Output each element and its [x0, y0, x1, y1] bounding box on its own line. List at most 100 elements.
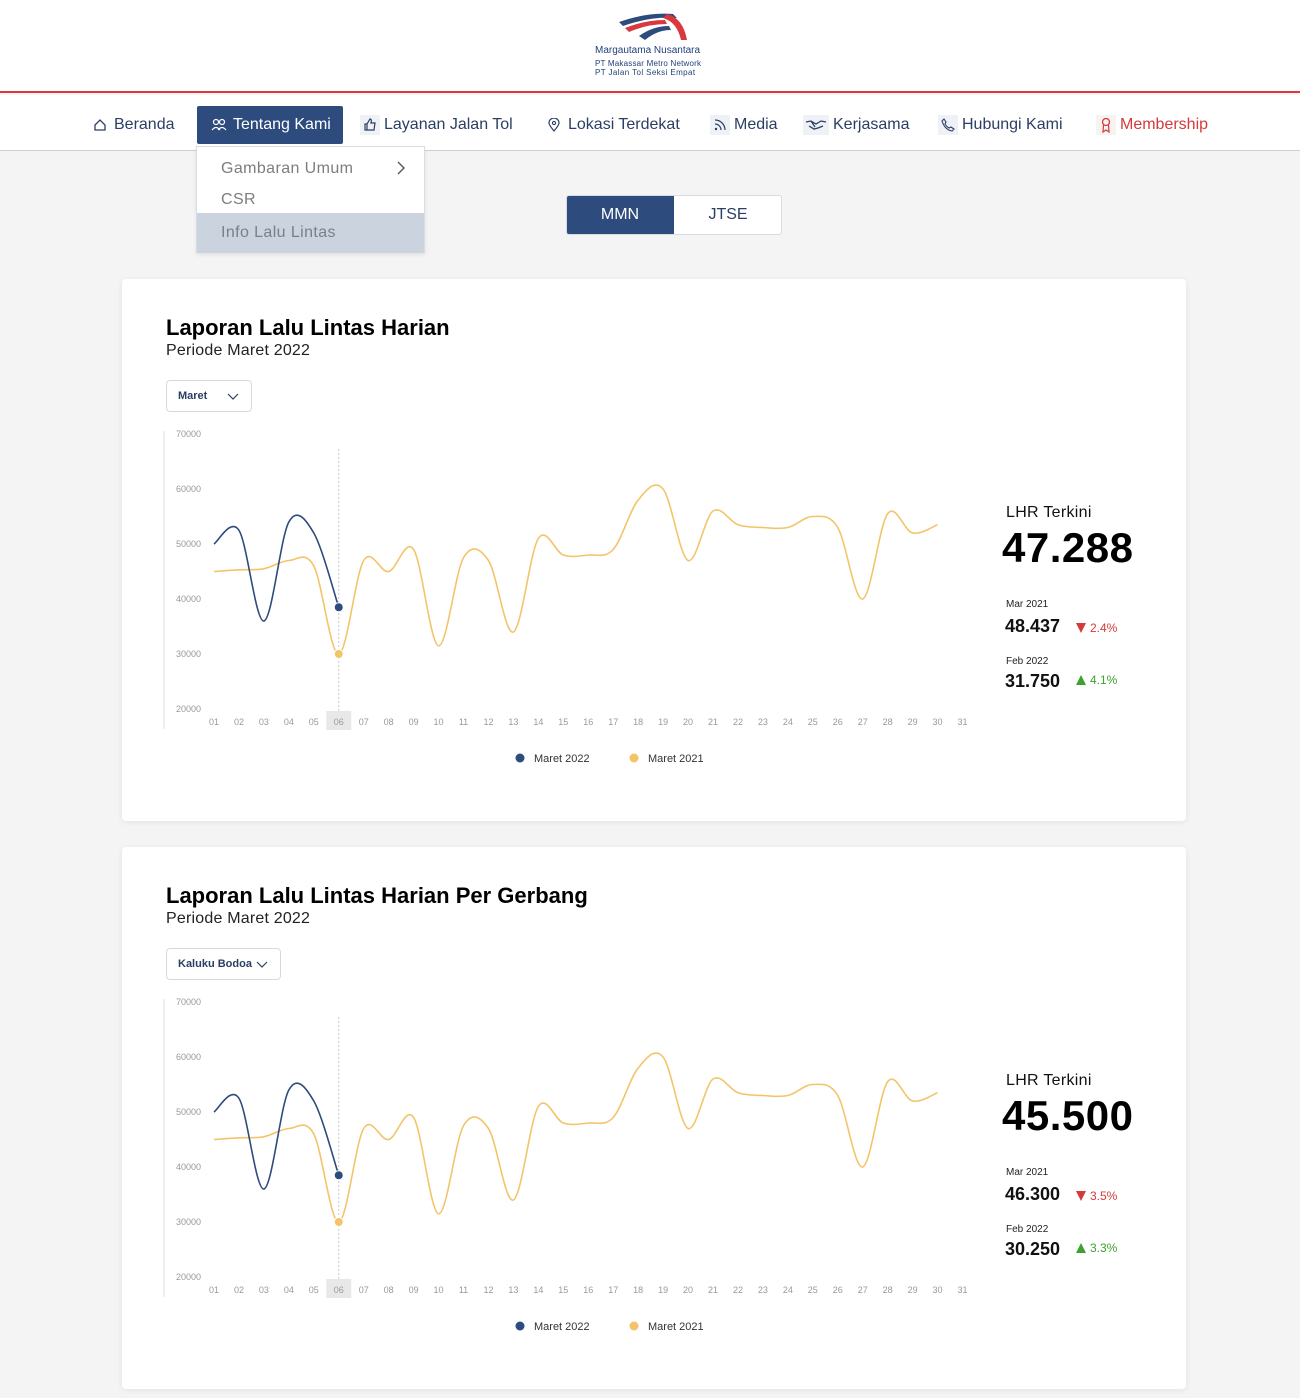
dropdown-item-csr[interactable]: CSR — [197, 184, 424, 215]
x-tick-label: 02 — [234, 1285, 244, 1295]
y-tick-label: 30000 — [176, 1217, 201, 1227]
legend-marker — [629, 753, 639, 763]
x-tick-label: 21 — [708, 1285, 718, 1295]
x-tick-label: 04 — [284, 717, 294, 727]
x-tick-label: 27 — [858, 1285, 868, 1295]
arrow-up-icon — [1076, 1243, 1086, 1253]
x-tick-label: 03 — [259, 717, 269, 727]
traffic-line-chart: 70000 60000 50000 40000 30000 20000 01 02 03 04 05… — [163, 429, 968, 765]
x-tick-label: 09 — [409, 717, 419, 727]
logo-title: Margautama Nusantara — [595, 45, 701, 56]
card-subtitle: Periode Maret 2022 — [166, 342, 311, 359]
compare-1-value: 46.300 — [1005, 1184, 1061, 1204]
nav-hubungi-kami[interactable]: Hubungi Kami — [938, 106, 1063, 144]
x-tick-label: 12 — [483, 717, 493, 727]
x-tick-label: 01 — [209, 1285, 219, 1295]
logo-road-icon — [619, 13, 687, 40]
x-tick-label: 23 — [758, 717, 768, 727]
x-tick-label: 26 — [833, 717, 843, 727]
x-tick-label: 16 — [583, 1285, 593, 1295]
x-tick-label: 20 — [683, 1285, 693, 1295]
x-tick-label: 12 — [483, 1285, 493, 1295]
compare-1-value: 48.437 — [1005, 616, 1061, 636]
x-tick-label: 05 — [309, 1285, 319, 1295]
legend-label: Maret 2022 — [534, 1321, 590, 1333]
x-tick-label: 18 — [633, 717, 643, 727]
tab-mmn[interactable]: MMN — [567, 196, 674, 234]
x-tick-label: 01 — [209, 717, 219, 727]
company-logo[interactable]: Margautama Nusantara PT Makassar Metro N… — [593, 12, 713, 80]
x-tick-label: 14 — [533, 717, 543, 727]
x-tick-label: 22 — [733, 717, 743, 727]
compare-2-change: 4.1% — [1076, 673, 1117, 687]
compare-1-label: Mar 2021 — [1006, 1167, 1049, 1178]
nav-kerjasama[interactable]: Kerjasama — [803, 106, 909, 144]
change-value: 3.3% — [1090, 1241, 1118, 1255]
x-tick-label: 17 — [608, 1285, 618, 1295]
nav-beranda[interactable]: Beranda — [90, 106, 175, 144]
nav-label: Media — [734, 116, 778, 133]
x-tick-label: 23 — [758, 1285, 768, 1295]
arrow-down-icon — [1076, 623, 1086, 633]
logo-subtitle-1: PT Makassar Metro Network — [595, 59, 702, 68]
nav-label: Layanan Jalan Tol — [384, 116, 513, 133]
compare-2-change: 3.3% — [1076, 1241, 1117, 1255]
y-tick-label: 40000 — [176, 1162, 201, 1172]
x-tick-label: 11 — [459, 717, 468, 727]
x-tick-label: 16 — [583, 717, 593, 727]
nav-label: Kerjasama — [833, 116, 910, 133]
tab-jtse[interactable]: JTSE — [674, 196, 781, 234]
x-tick-label: 09 — [409, 1285, 419, 1295]
dropdown-label: Gambaran Umum — [221, 159, 354, 177]
x-tick-label: 27 — [858, 717, 868, 727]
nav-layanan-jalan-tol[interactable]: Layanan Jalan Tol — [360, 106, 513, 144]
dropdown-item-gambaran-umum[interactable]: Gambaran Umum — [197, 153, 424, 184]
x-tick-label: 22 — [733, 1285, 743, 1295]
x-tick-label: 26 — [833, 1285, 843, 1295]
x-tick-label: 17 — [608, 717, 618, 727]
compare-1-label: Mar 2021 — [1006, 599, 1049, 610]
chevron-down-icon — [227, 391, 239, 404]
x-tick-label: 10 — [434, 1285, 444, 1295]
dropdown-label: CSR — [221, 190, 256, 208]
gate-select[interactable]: Kaluku Bodoa — [166, 948, 281, 980]
badge-icon — [1096, 115, 1116, 135]
nav-media[interactable]: Media — [710, 106, 778, 144]
y-tick-label: 70000 — [176, 429, 201, 439]
compare-2-value: 30.250 — [1005, 1239, 1061, 1259]
series-line — [213, 484, 938, 655]
y-tick-label: 60000 — [176, 484, 201, 494]
x-tick-label: 07 — [359, 717, 369, 727]
x-tick-label: 19 — [658, 1285, 668, 1295]
x-tick-label: 28 — [883, 1285, 893, 1295]
card-subtitle: Periode Maret 2022 — [166, 910, 311, 927]
site-header: Margautama Nusantara PT Makassar Metro N… — [0, 0, 1300, 93]
nav-tentang-kami[interactable]: Tentang Kami — [197, 106, 343, 144]
x-tick-label: 24 — [783, 717, 793, 727]
x-tick-label: 25 — [808, 1285, 818, 1295]
nav-lokasi-terdekat[interactable]: Lokasi Terdekat — [544, 106, 680, 144]
nav-label: Beranda — [114, 116, 175, 133]
arrow-up-icon — [1076, 675, 1086, 685]
y-tick-label: 30000 — [176, 649, 201, 659]
chevron-down-icon — [256, 959, 268, 972]
x-tick-label: 25 — [808, 717, 818, 727]
lhr-value: 47.288 — [1002, 524, 1134, 571]
logo-subtitle-2: PT Jalan Tol Seksi Empat — [595, 68, 696, 77]
lhr-label: LHR Terkini — [1006, 504, 1092, 521]
nav-label: Lokasi Terdekat — [568, 116, 680, 133]
y-tick-label: 50000 — [176, 539, 201, 549]
y-tick-label: 70000 — [176, 997, 201, 1007]
series-line — [213, 1082, 340, 1190]
legend-label: Maret 2021 — [648, 753, 704, 765]
x-tick-label: 31 — [957, 717, 967, 727]
x-tick-label: 07 — [359, 1285, 369, 1295]
nav-membership[interactable]: Membership — [1096, 106, 1208, 144]
x-tick-label: 10 — [434, 717, 444, 727]
y-tick-label: 60000 — [176, 1052, 201, 1062]
dropdown-item-info-lalu-lintas[interactable]: Info Lalu Lintas — [197, 213, 424, 253]
month-select[interactable]: Maret — [166, 380, 252, 412]
rss-icon — [710, 115, 730, 135]
company-tabs: MMN JTSE — [566, 195, 782, 235]
change-value: 3.5% — [1090, 1189, 1118, 1203]
